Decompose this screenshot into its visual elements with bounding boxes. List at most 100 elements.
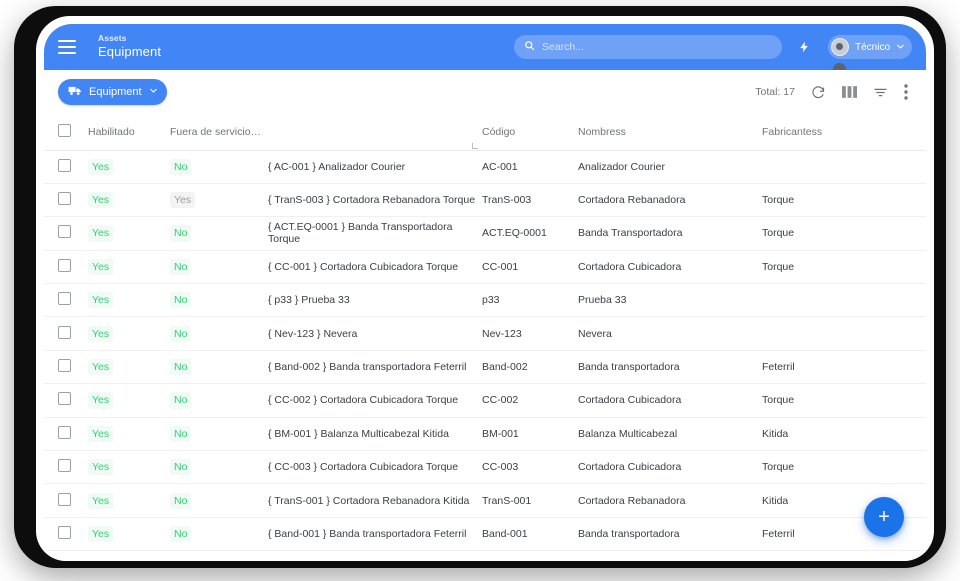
column-header-nombress[interactable]: Nombress [578, 114, 762, 150]
fuera-de-servicio-badge: No [170, 326, 191, 342]
descripcion-cell: { ACT.EQ-0001 } Banda Transportadora Tor… [268, 217, 482, 250]
hamburger-menu-icon[interactable] [58, 35, 82, 59]
table-row[interactable]: YesNo{ CC-001 } Cortadora Cubicadora Tor… [44, 250, 926, 283]
table-row[interactable]: YesNo{ Band-001 } Banda transportadora F… [44, 517, 926, 550]
row-select-cell [44, 384, 88, 417]
habilitado-badge: Yes [88, 526, 113, 542]
truck-icon [68, 85, 82, 100]
codigo-cell: CC-003 [482, 451, 578, 484]
codigo-cell: ACT.EQ-0001 [482, 217, 578, 250]
table-row[interactable]: YesNo{ BM-001 } Balanza Multicabezal Kit… [44, 417, 926, 450]
search-box[interactable] [514, 35, 782, 59]
habilitado-badge: Yes [88, 359, 113, 375]
row-select-cell [44, 451, 88, 484]
toolbar-actions: Total: 17 [755, 84, 908, 100]
user-menu[interactable]: Técnico [828, 35, 912, 59]
fuera-de-servicio-badge: No [170, 526, 191, 542]
row-checkbox[interactable] [58, 493, 71, 506]
row-select-cell [44, 417, 88, 450]
habilitado-badge: Yes [88, 292, 113, 308]
habilitado-badge: Yes [88, 259, 113, 275]
nombre-cell: Analizador Courier [578, 150, 762, 183]
row-checkbox[interactable] [58, 359, 71, 372]
select-all-header [44, 114, 88, 150]
fuera-de-servicio-cell: No [170, 150, 268, 183]
nombre-cell: Cortadora Cubicadora [578, 384, 762, 417]
fuera-de-servicio-badge: No [170, 392, 191, 408]
fabricante-cell: Feterril [762, 350, 926, 383]
row-select-cell [44, 250, 88, 283]
row-checkbox[interactable] [58, 259, 71, 272]
habilitado-cell: Yes [88, 517, 170, 550]
add-equipment-fab[interactable]: + [864, 497, 904, 537]
fuera-de-servicio-cell: No [170, 484, 268, 517]
fabricante-cell [762, 284, 926, 317]
search-input[interactable] [542, 41, 772, 53]
descripcion-cell: { CC-003 } Cortadora Cubicadora Torque [268, 451, 482, 484]
row-select-cell [44, 350, 88, 383]
codigo-cell: CC-001 [482, 250, 578, 283]
row-select-cell [44, 517, 88, 550]
codigo-cell: TranS-001 [482, 484, 578, 517]
table-row[interactable]: YesNo{ TranS-001 } Cortadora Rebanadora … [44, 484, 926, 517]
row-checkbox[interactable] [58, 526, 71, 539]
table-row[interactable]: YesYes{ TranS-003 } Cortadora Rebanadora… [44, 183, 926, 216]
column-header-codigo[interactable]: Código [482, 114, 578, 150]
page-title-block: Assets Equipment [98, 34, 161, 60]
column-resize-handle[interactable] [472, 143, 478, 149]
entity-selector-button[interactable]: Equipment [58, 79, 167, 105]
table-row[interactable]: YesNo{ Nev-123 } NeveraNev-123Nevera [44, 317, 926, 350]
fabricante-cell [762, 150, 926, 183]
fabricante-cell: Torque [762, 183, 926, 216]
row-checkbox[interactable] [58, 426, 71, 439]
app-header-actions: Técnico [514, 34, 912, 60]
column-header-fabricantess[interactable]: Fabricantess [762, 114, 926, 150]
row-checkbox[interactable] [58, 392, 71, 405]
column-header-habilitado[interactable]: Habilitado [88, 114, 170, 150]
table-row[interactable]: YesNo{ CC-002 } Cortadora Cubicadora Tor… [44, 384, 926, 417]
table-body: YesNo{ AC-001 } Analizador CourierAC-001… [44, 150, 926, 551]
habilitado-badge: Yes [88, 326, 113, 342]
table-row[interactable]: YesNo{ AC-001 } Analizador CourierAC-001… [44, 150, 926, 183]
select-all-checkbox[interactable] [58, 124, 71, 137]
app-window: Assets Equipment [44, 24, 926, 561]
filter-icon[interactable] [873, 85, 888, 100]
table-row[interactable]: YesNo{ ACT.EQ-0001 } Banda Transportador… [44, 217, 926, 250]
habilitado-cell: Yes [88, 284, 170, 317]
refresh-icon[interactable] [811, 85, 826, 100]
habilitado-badge: Yes [88, 225, 113, 241]
habilitado-cell: Yes [88, 451, 170, 484]
habilitado-cell: Yes [88, 350, 170, 383]
descripcion-cell: { CC-001 } Cortadora Cubicadora Torque [268, 250, 482, 283]
habilitado-badge: Yes [88, 493, 113, 509]
table-row[interactable]: YesNo{ p33 } Prueba 33p33Prueba 33 [44, 284, 926, 317]
fabricante-cell: Torque [762, 250, 926, 283]
habilitado-cell: Yes [88, 417, 170, 450]
fuera-de-servicio-cell: No [170, 350, 268, 383]
row-checkbox[interactable] [58, 225, 71, 238]
table-row[interactable]: YesNo{ Band-002 } Banda transportadora F… [44, 350, 926, 383]
row-checkbox[interactable] [58, 326, 71, 339]
nombre-cell: Banda transportadora [578, 517, 762, 550]
equipment-table-container[interactable]: Habilitado Fuera de servicio… Código Nom… [44, 114, 926, 561]
row-select-cell [44, 183, 88, 216]
row-checkbox[interactable] [58, 292, 71, 305]
columns-icon[interactable] [842, 85, 857, 99]
entity-selector-label: Equipment [89, 86, 142, 98]
nombre-cell: Nevera [578, 317, 762, 350]
column-header-fuera-de-servicio[interactable]: Fuera de servicio… [170, 114, 268, 150]
fuera-de-servicio-badge: No [170, 426, 191, 442]
table-row[interactable]: YesNo{ CC-003 } Cortadora Cubicadora Tor… [44, 451, 926, 484]
descripcion-cell: { p33 } Prueba 33 [268, 284, 482, 317]
lightning-bolt-icon[interactable] [792, 34, 818, 60]
app-header: Assets Equipment [44, 24, 926, 70]
row-checkbox[interactable] [58, 459, 71, 472]
more-vertical-icon[interactable] [904, 84, 908, 100]
fabricante-cell [762, 317, 926, 350]
habilitado-badge: Yes [88, 392, 113, 408]
row-checkbox[interactable] [58, 159, 71, 172]
nombre-cell: Banda transportadora [578, 350, 762, 383]
column-header-descripcion[interactable] [268, 114, 482, 150]
plus-icon: + [878, 506, 890, 529]
row-checkbox[interactable] [58, 192, 71, 205]
